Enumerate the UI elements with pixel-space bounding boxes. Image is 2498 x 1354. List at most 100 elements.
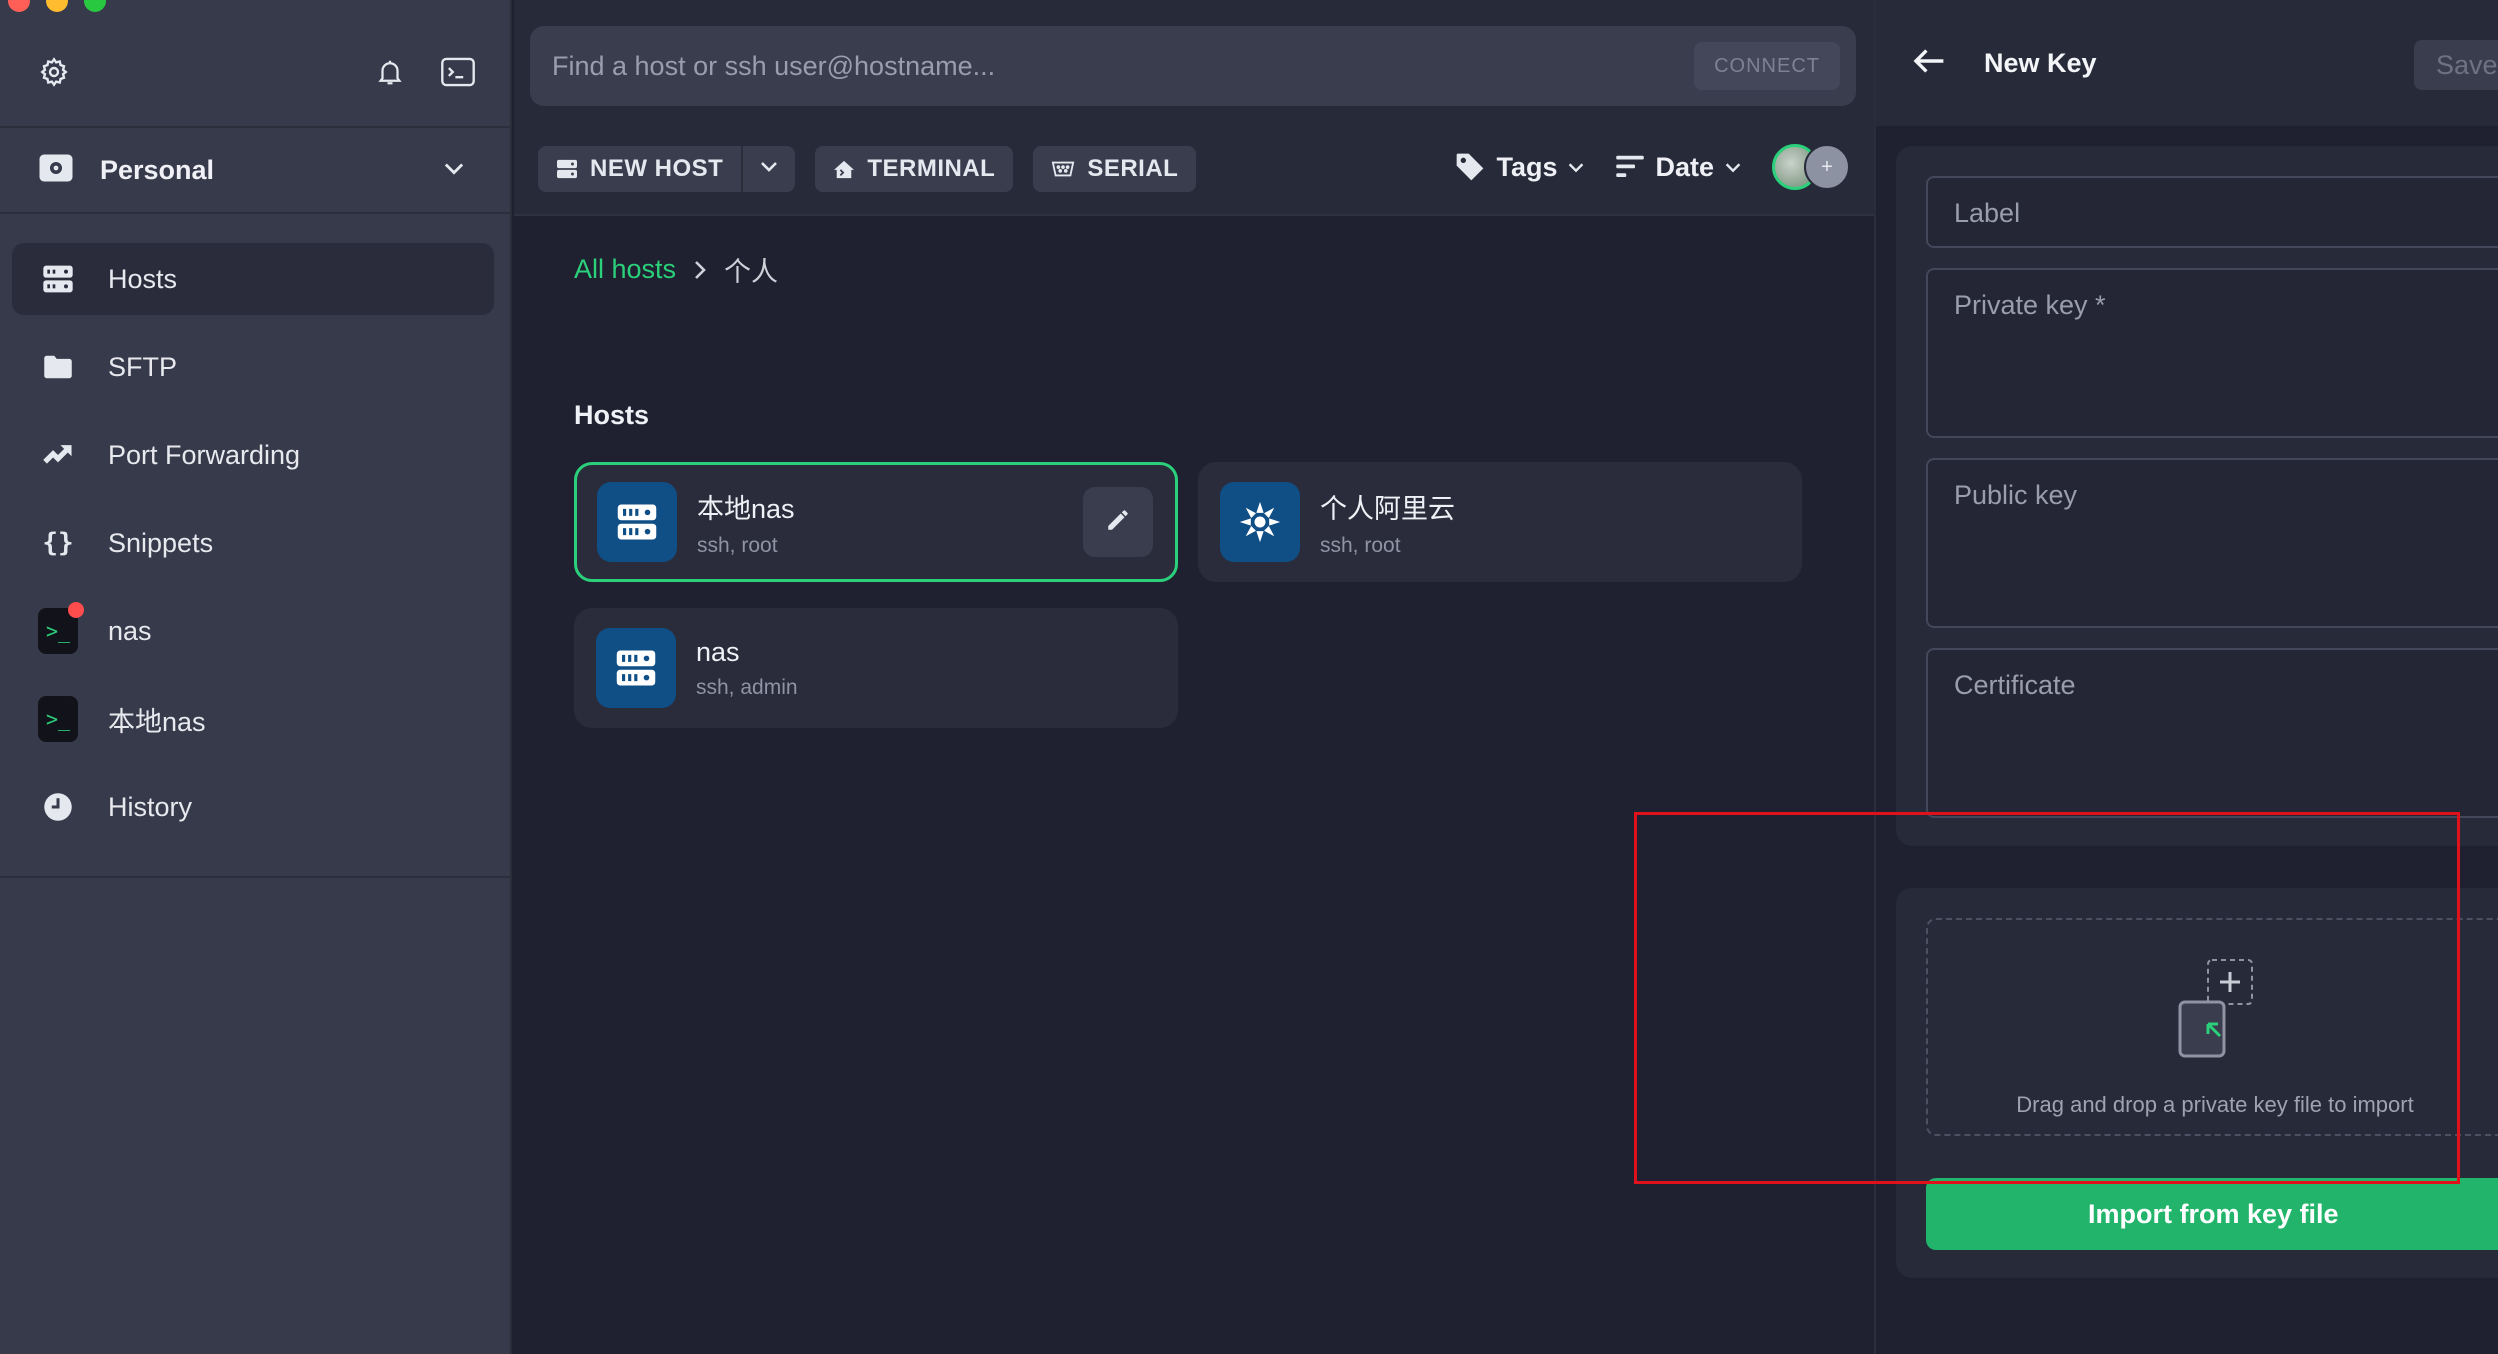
host-details: ssh, root	[1320, 533, 1401, 557]
new-host-button[interactable]: NEW HOST	[538, 146, 742, 192]
tags-label: Tags	[1496, 151, 1558, 182]
sort-label: Date	[1655, 151, 1714, 182]
divider	[0, 212, 512, 214]
sidebar-top-bar	[38, 50, 478, 94]
aliyun-icon	[1220, 482, 1300, 562]
sidebar-item-label: Port Forwarding	[108, 439, 301, 470]
sidebar-item-label: 本地nas	[108, 706, 206, 737]
chevron-down-icon	[1722, 156, 1744, 178]
divider	[0, 876, 512, 878]
terminal-window-icon[interactable]	[440, 54, 476, 90]
chevron-down-icon	[1565, 156, 1587, 178]
label-field[interactable]: Label	[1926, 176, 2498, 248]
sidebar-item-hosts[interactable]: Hosts	[12, 243, 494, 315]
sidebar-item-label: SFTP	[108, 351, 178, 382]
chevron-down-icon[interactable]	[440, 154, 468, 187]
sidebar-item-nas-session[interactable]: >_ nas	[12, 595, 494, 667]
sidebar-item-label: Snippets	[108, 527, 214, 558]
sidebar-nav: Hosts SFTP Port Forwarding {} Snippets >…	[12, 243, 494, 859]
host-name: 个人阿里云	[1320, 493, 1455, 524]
serial-label: SERIAL	[1087, 155, 1179, 182]
window-controls	[8, 0, 106, 12]
host-card[interactable]: 个人阿里云 ssh, root	[1198, 462, 1802, 582]
folder-icon	[38, 347, 78, 387]
divider	[0, 126, 512, 128]
back-arrow-icon[interactable]	[1912, 46, 1946, 81]
sidebar-item-label: Hosts	[108, 263, 178, 294]
private-key-field[interactable]: Private key *	[1926, 268, 2498, 438]
sidebar-item-label: nas	[108, 615, 152, 646]
serial-button[interactable]: SERIAL	[1033, 146, 1197, 192]
sort-icon	[1615, 153, 1645, 181]
host-info: nas ssh, admin	[696, 637, 798, 700]
close-window-button[interactable]	[8, 0, 30, 12]
toolbar: NEW HOST TERMINAL SERIAL	[538, 146, 1216, 192]
chevron-down-icon	[757, 154, 781, 185]
toolbar-right: Tags Date +	[1426, 144, 1850, 190]
server-icon	[556, 159, 578, 179]
vault-icon	[38, 151, 74, 190]
terminal-icon: >_	[38, 696, 78, 742]
terminal-icon-wrapper: >_	[38, 696, 78, 742]
top-bar: CONNECT NEW HOST	[514, 0, 1874, 216]
host-card[interactable]: nas ssh, admin	[574, 608, 1178, 728]
port-forwarding-icon	[38, 435, 78, 475]
host-details: ssh, root	[697, 533, 778, 557]
tags-filter-button[interactable]: Tags	[1454, 151, 1587, 183]
breadcrumb: All hosts 个人	[574, 250, 778, 289]
sidebar-item-sftp[interactable]: SFTP	[12, 331, 494, 403]
terminal-home-icon	[833, 159, 855, 179]
team-avatars[interactable]: +	[1772, 144, 1850, 190]
host-info: 本地nas ssh, root	[697, 487, 795, 558]
app-window: Personal Hosts SFTP Port Forwarding {} S…	[0, 0, 2498, 1354]
new-host-label: NEW HOST	[590, 155, 724, 182]
server-icon	[597, 482, 677, 562]
section-title: Hosts	[574, 400, 650, 430]
bell-icon[interactable]	[372, 54, 408, 90]
braces-icon: {}	[42, 528, 74, 558]
host-name: nas	[696, 636, 740, 667]
sidebar-item-history[interactable]: History	[12, 771, 494, 843]
add-member-icon[interactable]: +	[1804, 144, 1850, 190]
public-key-field[interactable]: Public key	[1926, 458, 2498, 628]
server-icon	[596, 628, 676, 708]
zoom-window-button[interactable]	[84, 0, 106, 12]
key-form: Label Private key * Public key Certifica…	[1896, 146, 2498, 846]
sidebar: Personal Hosts SFTP Port Forwarding {} S…	[0, 0, 512, 1354]
annotation-highlight-box	[1634, 812, 2460, 1184]
terminal-icon: >_	[38, 602, 84, 654]
host-details: ssh, admin	[696, 675, 798, 699]
import-from-key-file-button[interactable]: Import from key file	[1926, 1178, 2498, 1250]
clock-icon	[38, 787, 78, 827]
edit-host-button[interactable]	[1083, 487, 1153, 557]
chevron-right-icon	[690, 258, 710, 282]
sidebar-item-label: History	[108, 791, 193, 822]
breadcrumb-all-hosts-link[interactable]: All hosts	[574, 254, 676, 285]
search-input[interactable]	[552, 50, 1652, 82]
gear-icon[interactable]	[36, 54, 72, 90]
minimize-window-button[interactable]	[46, 0, 68, 12]
serial-port-icon	[1051, 159, 1075, 179]
search-bar: CONNECT	[530, 26, 1856, 106]
panel-title: New Key	[1984, 48, 2097, 78]
pencil-icon	[1105, 507, 1131, 538]
save-button[interactable]: Save	[2414, 40, 2498, 90]
sidebar-item-snippets[interactable]: {} Snippets	[12, 507, 494, 579]
certificate-field[interactable]: Certificate	[1926, 648, 2498, 818]
vault-selector[interactable]: Personal	[38, 148, 478, 192]
breadcrumb-current: 个人	[724, 257, 779, 287]
vault-label: Personal	[100, 154, 215, 185]
sidebar-item-local-nas-session[interactable]: >_ 本地nas	[12, 683, 494, 755]
sidebar-item-port-forwarding[interactable]: Port Forwarding	[12, 419, 494, 491]
panel-header: New Key Save	[1876, 0, 2498, 126]
notification-dot	[68, 602, 84, 618]
host-card[interactable]: 本地nas ssh, root	[574, 462, 1178, 582]
tag-icon	[1454, 151, 1486, 183]
terminal-button[interactable]: TERMINAL	[815, 146, 1014, 192]
connect-button[interactable]: CONNECT	[1694, 42, 1840, 90]
sort-button[interactable]: Date	[1615, 152, 1744, 183]
hosts-icon	[38, 259, 78, 299]
new-host-dropdown-button[interactable]	[741, 146, 796, 192]
host-name: 本地nas	[697, 493, 795, 524]
terminal-label: TERMINAL	[867, 155, 996, 182]
